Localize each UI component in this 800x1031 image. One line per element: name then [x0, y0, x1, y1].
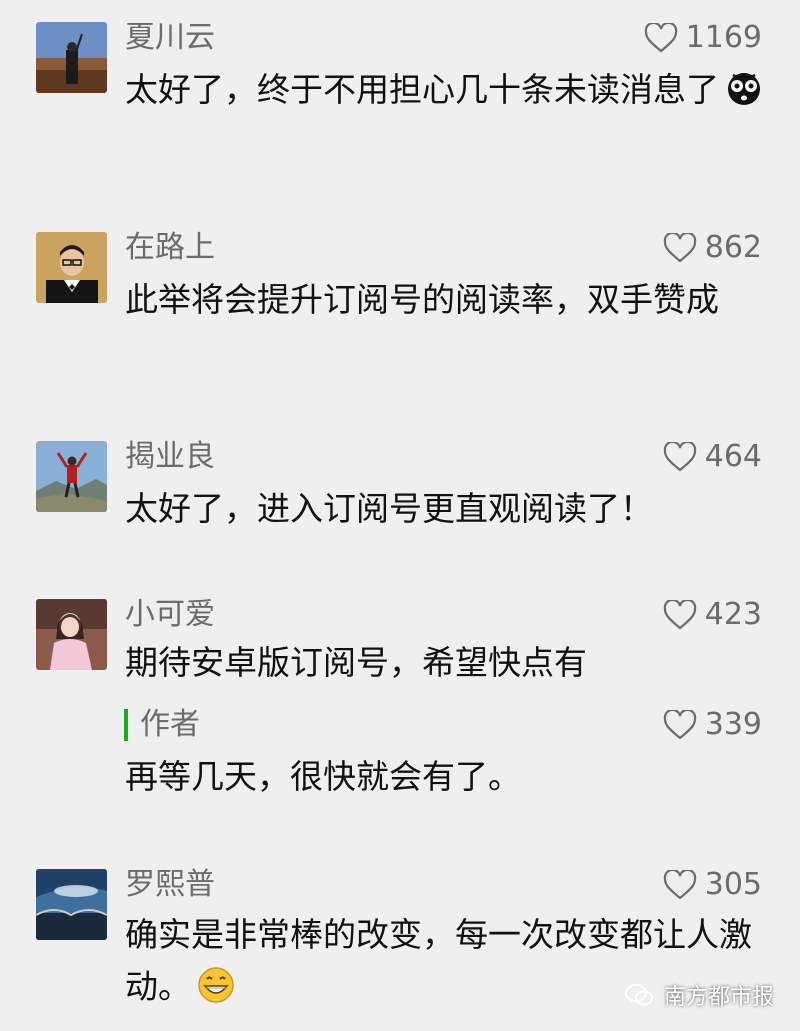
like-count: 1169 [685, 20, 762, 55]
comment-text: 此举将会提升订阅号的阅读率，双手赞成 [125, 280, 719, 319]
like-button[interactable]: 305 [663, 865, 762, 905]
avatar[interactable] [36, 232, 107, 303]
like-button[interactable]: 1169 [644, 18, 762, 58]
like-count: 305 [704, 867, 762, 902]
like-button[interactable]: 339 [663, 705, 762, 745]
heart-icon [663, 710, 697, 740]
watermark-text: 南方都市报 [663, 985, 774, 1010]
like-count: 339 [704, 707, 762, 742]
commenter-name[interactable]: 罗熙普 [125, 865, 215, 905]
heart-icon [663, 442, 697, 472]
commenter-name[interactable]: 夏川云 [125, 18, 215, 58]
like-button[interactable]: 862 [663, 228, 762, 268]
commenter-name[interactable]: 小可爱 [125, 595, 215, 635]
avatar[interactable] [36, 869, 107, 940]
heart-icon [644, 23, 678, 53]
heart-icon [663, 600, 697, 630]
comment-text: 期待安卓版订阅号，希望快点有 [125, 643, 587, 682]
like-button[interactable]: 464 [663, 437, 762, 477]
avatar[interactable] [36, 22, 107, 93]
source-watermark: 南方都市报 [624, 979, 774, 1011]
shocked-emoji-icon [725, 69, 763, 107]
heart-icon [663, 870, 697, 900]
like-button[interactable]: 423 [663, 595, 762, 635]
reply-indicator-bar [124, 709, 128, 741]
comment-text: 太好了，进入订阅号更直观阅读了！ [125, 489, 653, 528]
heart-icon [663, 233, 697, 263]
commenter-name[interactable]: 在路上 [125, 228, 215, 268]
grin-emoji-icon [197, 966, 235, 1004]
comment-text: 太好了，终于不用担心几十条未读消息了 [125, 64, 765, 116]
reply-author-label: 作者 [140, 707, 200, 742]
wechat-icon [624, 982, 654, 1008]
avatar[interactable] [36, 441, 107, 512]
avatar[interactable] [36, 599, 107, 670]
reply-text: 再等几天，很快就会有了。 [125, 757, 521, 796]
like-count: 464 [704, 439, 762, 474]
like-count: 862 [704, 230, 762, 265]
commenter-name[interactable]: 揭业良 [125, 437, 215, 477]
like-count: 423 [704, 597, 762, 632]
